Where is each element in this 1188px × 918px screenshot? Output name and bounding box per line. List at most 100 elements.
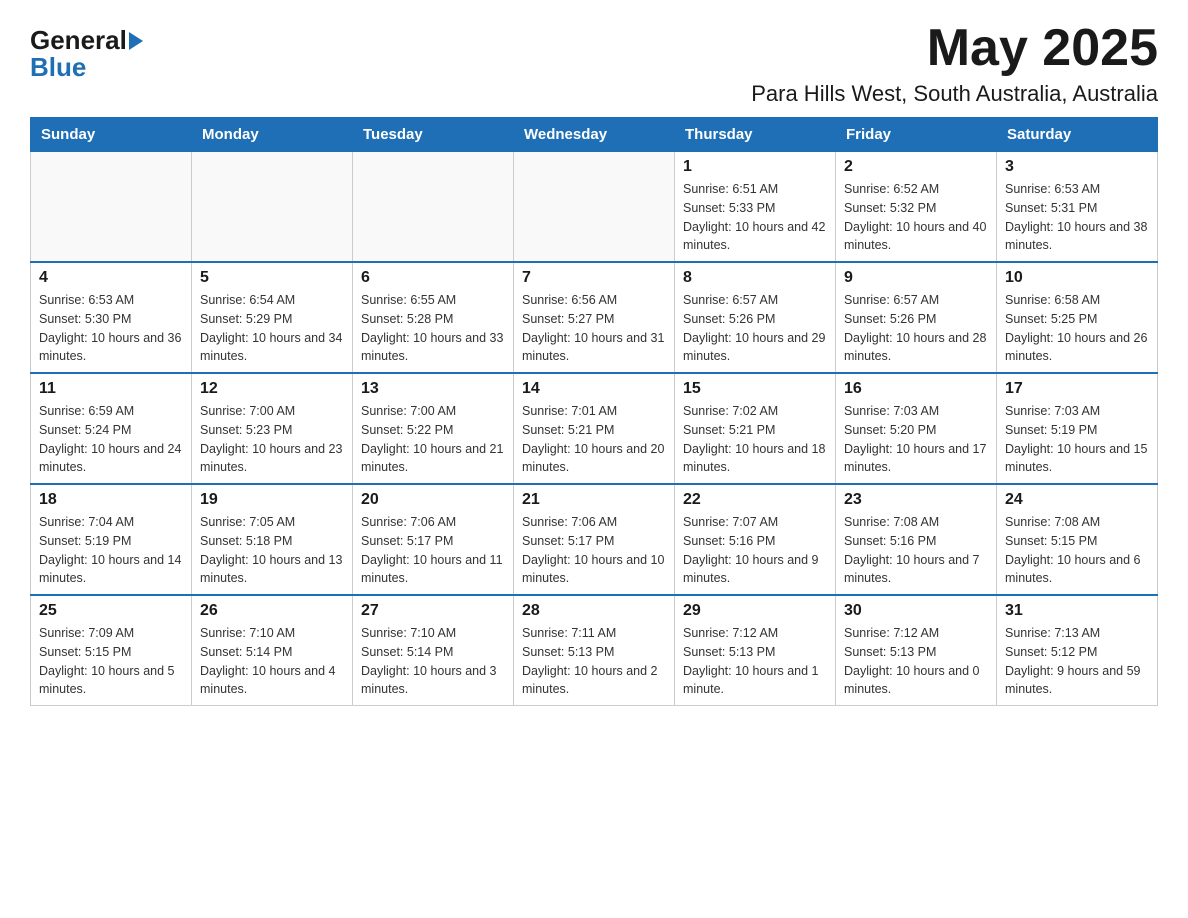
calendar-cell: 1Sunrise: 6:51 AMSunset: 5:33 PMDaylight… — [675, 152, 836, 263]
page-header: General Blue May 2025 Para Hills West, S… — [30, 20, 1158, 107]
day-info: Sunrise: 7:11 AMSunset: 5:13 PMDaylight:… — [522, 624, 666, 699]
day-info: Sunrise: 7:04 AMSunset: 5:19 PMDaylight:… — [39, 513, 183, 588]
day-info: Sunrise: 6:53 AMSunset: 5:31 PMDaylight:… — [1005, 180, 1149, 255]
day-info: Sunrise: 7:08 AMSunset: 5:15 PMDaylight:… — [1005, 513, 1149, 588]
header-friday: Friday — [836, 118, 997, 152]
day-number: 4 — [39, 269, 183, 287]
day-number: 22 — [683, 491, 827, 509]
header-thursday: Thursday — [675, 118, 836, 152]
calendar-header-row: SundayMondayTuesdayWednesdayThursdayFrid… — [31, 118, 1158, 152]
day-info: Sunrise: 7:00 AMSunset: 5:22 PMDaylight:… — [361, 402, 505, 477]
calendar-cell: 17 Sunrise: 7:03 AMSunset: 5:19 PMDayligh… — [997, 373, 1158, 484]
day-number: 5 — [200, 269, 344, 287]
day-info: Sunrise: 7:12 AMSunset: 5:13 PMDaylight:… — [844, 624, 988, 699]
day-number: 19 — [200, 491, 344, 509]
day-info: Sunrise: 7:13 AMSunset: 5:12 PMDaylight:… — [1005, 624, 1149, 699]
day-info: Sunrise: 6:52 AMSunset: 5:32 PMDaylight:… — [844, 180, 988, 255]
header-saturday: Saturday — [997, 118, 1158, 152]
calendar-cell: 29Sunrise: 7:12 AMSunset: 5:13 PMDayligh… — [675, 595, 836, 706]
calendar-cell: 7Sunrise: 6:56 AMSunset: 5:27 PMDaylight… — [514, 262, 675, 373]
header-sunday: Sunday — [31, 118, 192, 152]
day-number: 8 — [683, 269, 827, 287]
day-number: 28 — [522, 602, 666, 620]
day-number: 14 — [522, 380, 666, 398]
day-info: Sunrise: 7:10 AMSunset: 5:14 PMDaylight:… — [361, 624, 505, 699]
calendar-cell: 13 Sunrise: 7:00 AMSunset: 5:22 PMDayligh… — [353, 373, 514, 484]
day-info: Sunrise: 7:10 AMSunset: 5:14 PMDaylight:… — [200, 624, 344, 699]
calendar-table: SundayMondayTuesdayWednesdayThursdayFrid… — [30, 117, 1158, 706]
calendar-week-row: 25Sunrise: 7:09 AMSunset: 5:15 PMDayligh… — [31, 595, 1158, 706]
calendar-cell: 12 Sunrise: 7:00 AMSunset: 5:23 PMDayligh… — [192, 373, 353, 484]
day-info: Sunrise: 7:07 AMSunset: 5:16 PMDaylight:… — [683, 513, 827, 588]
calendar-cell: 10 Sunrise: 6:58 AMSunset: 5:25 PMDayligh… — [997, 262, 1158, 373]
calendar-cell: 23 Sunrise: 7:08 AMSunset: 5:16 PMDayligh… — [836, 484, 997, 595]
calendar-week-row: 4 Sunrise: 6:53 AMSunset: 5:30 PMDaylight… — [31, 262, 1158, 373]
month-title: May 2025 — [751, 20, 1158, 77]
day-number: 21 — [522, 491, 666, 509]
day-info: Sunrise: 7:12 AMSunset: 5:13 PMDaylight:… — [683, 624, 827, 699]
day-number: 3 — [1005, 158, 1149, 176]
day-number: 15 — [683, 380, 827, 398]
day-number: 13 — [361, 380, 505, 398]
calendar-cell: 3 Sunrise: 6:53 AMSunset: 5:31 PMDaylight… — [997, 152, 1158, 263]
calendar-week-row: 18Sunrise: 7:04 AMSunset: 5:19 PMDayligh… — [31, 484, 1158, 595]
day-number: 23 — [844, 491, 988, 509]
calendar-cell: 27 Sunrise: 7:10 AMSunset: 5:14 PMDayligh… — [353, 595, 514, 706]
day-info: Sunrise: 6:58 AMSunset: 5:25 PMDaylight:… — [1005, 291, 1149, 366]
calendar-cell: 21 Sunrise: 7:06 AMSunset: 5:17 PMDayligh… — [514, 484, 675, 595]
calendar-cell: 6 Sunrise: 6:55 AMSunset: 5:28 PMDaylight… — [353, 262, 514, 373]
calendar-cell: 24 Sunrise: 7:08 AMSunset: 5:15 PMDayligh… — [997, 484, 1158, 595]
day-info: Sunrise: 7:02 AMSunset: 5:21 PMDaylight:… — [683, 402, 827, 477]
day-info: Sunrise: 6:55 AMSunset: 5:28 PMDaylight:… — [361, 291, 505, 366]
day-number: 17 — [1005, 380, 1149, 398]
calendar-cell: 16 Sunrise: 7:03 AMSunset: 5:20 PMDayligh… — [836, 373, 997, 484]
logo: General Blue — [30, 20, 144, 83]
day-number: 16 — [844, 380, 988, 398]
header-tuesday: Tuesday — [353, 118, 514, 152]
day-info: Sunrise: 6:51 AMSunset: 5:33 PMDaylight:… — [683, 180, 827, 255]
calendar-cell: 30 Sunrise: 7:12 AMSunset: 5:13 PMDayligh… — [836, 595, 997, 706]
day-info: Sunrise: 7:08 AMSunset: 5:16 PMDaylight:… — [844, 513, 988, 588]
title-block: May 2025 Para Hills West, South Australi… — [751, 20, 1158, 107]
calendar-cell: 8 Sunrise: 6:57 AMSunset: 5:26 PMDaylight… — [675, 262, 836, 373]
day-number: 11 — [39, 380, 183, 398]
day-number: 20 — [361, 491, 505, 509]
day-info: Sunrise: 7:05 AMSunset: 5:18 PMDaylight:… — [200, 513, 344, 588]
day-number: 26 — [200, 602, 344, 620]
day-number: 9 — [844, 269, 988, 287]
day-number: 30 — [844, 602, 988, 620]
calendar-week-row: 1Sunrise: 6:51 AMSunset: 5:33 PMDaylight… — [31, 152, 1158, 263]
day-number: 12 — [200, 380, 344, 398]
calendar-cell — [31, 152, 192, 263]
day-number: 6 — [361, 269, 505, 287]
calendar-cell: 11 Sunrise: 6:59 AMSunset: 5:24 PMDayligh… — [31, 373, 192, 484]
day-info: Sunrise: 6:54 AMSunset: 5:29 PMDaylight:… — [200, 291, 344, 366]
calendar-cell: 20 Sunrise: 7:06 AMSunset: 5:17 PMDayligh… — [353, 484, 514, 595]
day-info: Sunrise: 7:06 AMSunset: 5:17 PMDaylight:… — [361, 513, 505, 588]
day-info: Sunrise: 6:59 AMSunset: 5:24 PMDaylight:… — [39, 402, 183, 477]
day-info: Sunrise: 7:06 AMSunset: 5:17 PMDaylight:… — [522, 513, 666, 588]
day-number: 24 — [1005, 491, 1149, 509]
calendar-week-row: 11 Sunrise: 6:59 AMSunset: 5:24 PMDayligh… — [31, 373, 1158, 484]
day-info: Sunrise: 6:53 AMSunset: 5:30 PMDaylight:… — [39, 291, 183, 366]
day-number: 7 — [522, 269, 666, 287]
day-number: 10 — [1005, 269, 1149, 287]
calendar-cell: 5 Sunrise: 6:54 AMSunset: 5:29 PMDaylight… — [192, 262, 353, 373]
calendar-cell: 15 Sunrise: 7:02 AMSunset: 5:21 PMDayligh… — [675, 373, 836, 484]
calendar-cell: 25Sunrise: 7:09 AMSunset: 5:15 PMDayligh… — [31, 595, 192, 706]
calendar-cell: 19 Sunrise: 7:05 AMSunset: 5:18 PMDayligh… — [192, 484, 353, 595]
logo-arrow-icon — [129, 32, 143, 50]
day-number: 2 — [844, 158, 988, 176]
day-info: Sunrise: 7:03 AMSunset: 5:19 PMDaylight:… — [1005, 402, 1149, 477]
day-info: Sunrise: 7:03 AMSunset: 5:20 PMDaylight:… — [844, 402, 988, 477]
header-wednesday: Wednesday — [514, 118, 675, 152]
logo-blue-text: Blue — [30, 52, 86, 82]
calendar-cell — [192, 152, 353, 263]
day-number: 27 — [361, 602, 505, 620]
calendar-cell: 14Sunrise: 7:01 AMSunset: 5:21 PMDayligh… — [514, 373, 675, 484]
calendar-cell: 2 Sunrise: 6:52 AMSunset: 5:32 PMDaylight… — [836, 152, 997, 263]
calendar-cell: 9Sunrise: 6:57 AMSunset: 5:26 PMDaylight… — [836, 262, 997, 373]
day-info: Sunrise: 7:00 AMSunset: 5:23 PMDaylight:… — [200, 402, 344, 477]
header-monday: Monday — [192, 118, 353, 152]
day-info: Sunrise: 6:57 AMSunset: 5:26 PMDaylight:… — [683, 291, 827, 366]
